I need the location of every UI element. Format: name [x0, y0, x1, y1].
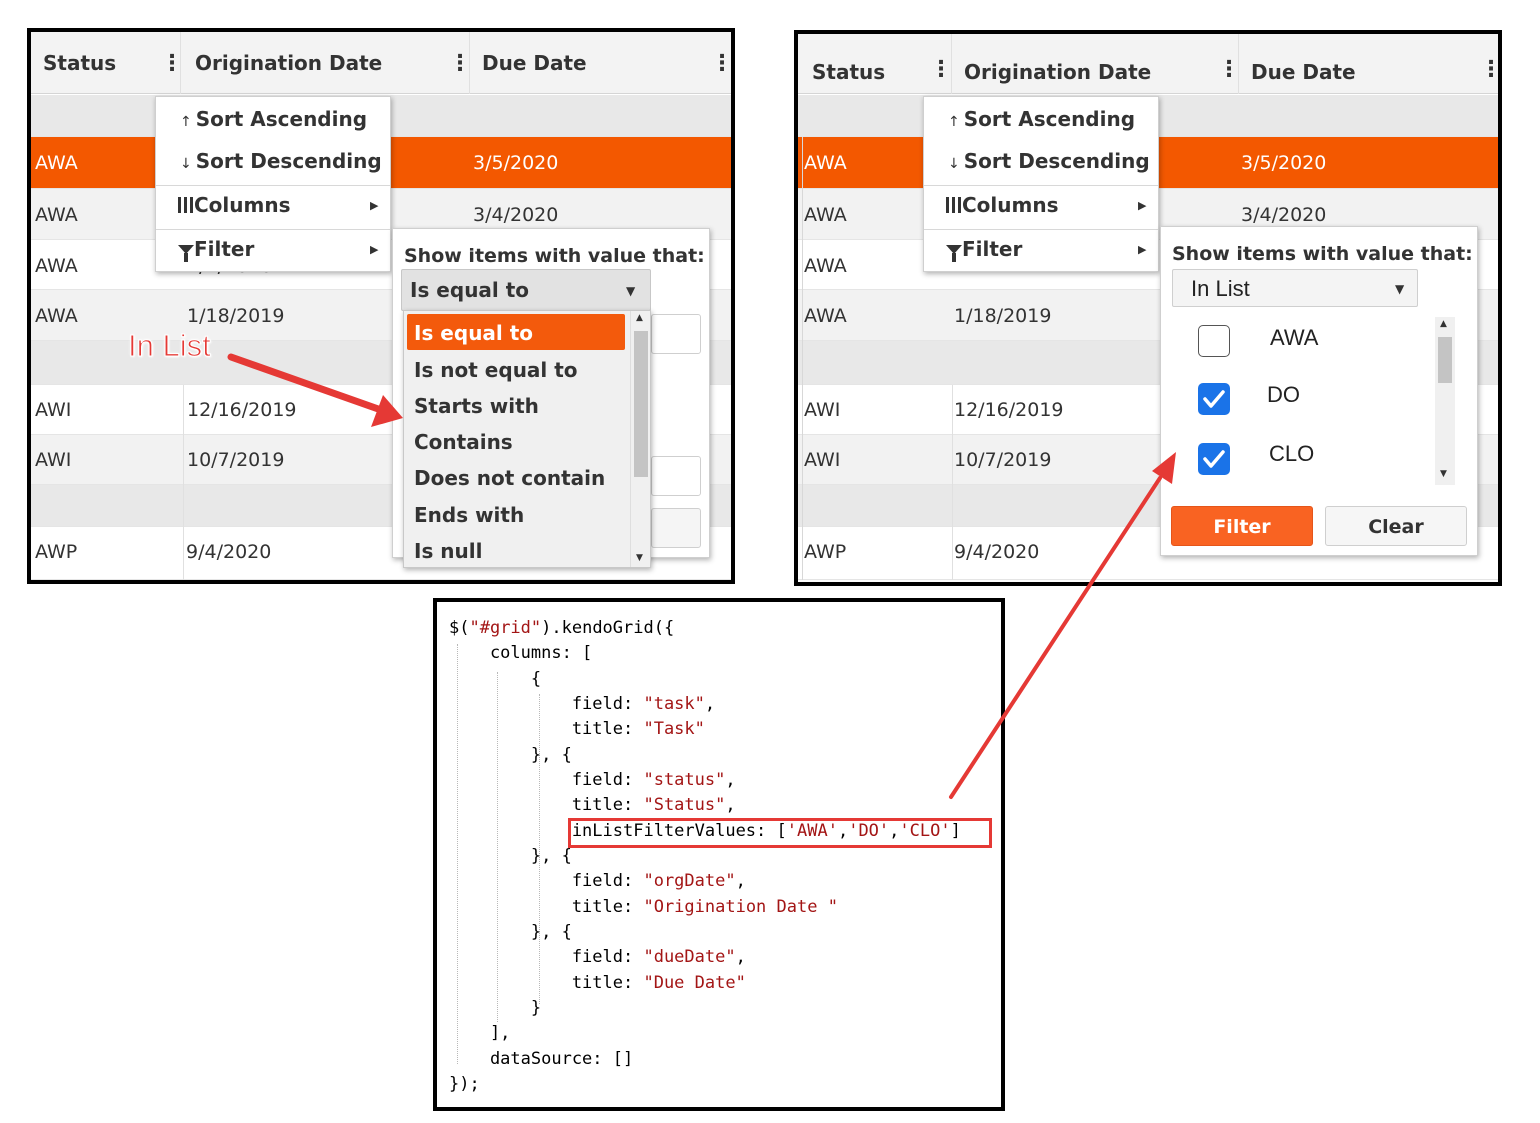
status-cell: AWI — [804, 449, 841, 471]
orig-cell: 10/7/2019 — [954, 449, 1052, 471]
code-line: field: "task", — [449, 694, 716, 714]
column-divider — [802, 137, 803, 580]
columns-item[interactable]: Columns — [924, 193, 1158, 217]
menu-separator — [924, 185, 1158, 186]
filter-title: Show items with value that: — [1172, 243, 1473, 265]
arrow-up-icon: ↑ — [948, 114, 960, 130]
due-column-menu-icon[interactable]: ⋮ — [1480, 38, 1498, 100]
code-line: $("#grid").kendoGrid({ — [449, 618, 675, 638]
column-menu: ↑ Sort Ascending ↓ Sort Descending Columns… — [923, 96, 1159, 272]
code-line: }); — [449, 1074, 480, 1094]
scroll-up-icon[interactable]: ▲ — [1440, 319, 1447, 329]
check-icon — [1203, 390, 1225, 408]
code-line: title: "Due Date" — [449, 973, 746, 993]
clear-button[interactable]: Clear — [1325, 506, 1467, 546]
code-line: }, { — [449, 846, 572, 866]
checkbox-clo[interactable] — [1198, 443, 1230, 475]
chevron-down-icon: ▼ — [1395, 282, 1405, 296]
header-due-date[interactable]: Due Date — [1239, 34, 1498, 94]
code-line: field: "status", — [449, 770, 736, 790]
status-cell: AWA — [804, 305, 847, 327]
header-origination-date[interactable]: Origination Date — [952, 34, 1239, 94]
status-cell: AWP — [804, 541, 847, 563]
due-cell: 3/4/2020 — [1241, 204, 1327, 226]
funnel-icon — [946, 245, 962, 262]
menu-separator — [924, 229, 1158, 230]
arrow-down-icon: ↓ — [948, 156, 960, 172]
code-line: }, { — [449, 922, 572, 942]
status-cell: AWA — [804, 255, 847, 277]
operator-value: In List — [1191, 276, 1250, 301]
code-line: title: "Status", — [449, 795, 736, 815]
annotation-arrow — [227, 353, 403, 427]
code-line: title: "Origination Date " — [449, 897, 838, 917]
grid-screenshot-right: Status ⋮ Origination Date ⋮ Due Date ⋮ A… — [794, 30, 1502, 586]
sort-ascending-label: Sort Ascending — [963, 107, 1136, 131]
filter-label: Filter — [962, 237, 1023, 261]
code-line: title: "Task" — [449, 719, 705, 739]
checkbox-awa[interactable] — [1198, 325, 1230, 357]
code-line: field: "dueDate", — [449, 947, 746, 967]
columns-label: Columns — [962, 193, 1059, 217]
sort-ascending-item[interactable]: ↑ Sort Ascending — [924, 107, 1158, 131]
checklist-scrollbar[interactable]: ▲ ▼ — [1435, 317, 1455, 485]
status-cell: AWI — [804, 399, 841, 421]
checkbox-label-do: DO — [1267, 382, 1300, 407]
orig-cell: 1/18/2019 — [954, 305, 1052, 327]
orig-cell: 12/16/2019 — [954, 399, 1064, 421]
code-line: ], — [449, 1023, 511, 1043]
due-cell: 3/5/2020 — [1241, 152, 1327, 174]
columns-icon — [946, 197, 962, 213]
operator-dropdown[interactable]: In List ▼ — [1172, 269, 1418, 307]
in-list-filter-popup: Show items with value that: In List ▼ AW… — [1160, 226, 1478, 556]
checkbox-label-clo: CLO — [1269, 441, 1315, 466]
code-line: } — [449, 998, 542, 1018]
checkbox-do[interactable] — [1198, 383, 1230, 415]
code-line: }, { — [449, 745, 572, 765]
code-line: columns: [ — [449, 643, 593, 663]
code-line: dataSource: [] — [449, 1049, 634, 1069]
submenu-arrow-icon: ▶ — [1138, 243, 1147, 256]
submenu-arrow-icon: ▶ — [1138, 199, 1147, 212]
sort-descending-label: Sort Descending — [963, 149, 1150, 173]
orig-cell: 9/4/2020 — [954, 541, 1040, 563]
column-divider — [952, 385, 953, 580]
code-snippet-panel: $("#grid").kendoGrid({ columns: [ { fiel… — [433, 598, 1005, 1111]
code-line: field: "orgDate", — [449, 871, 746, 891]
filter-button[interactable]: Filter — [1171, 506, 1313, 546]
status-column-menu-icon[interactable]: ⋮ — [930, 38, 952, 100]
code-line: { — [449, 669, 542, 689]
origination-column-menu-icon[interactable]: ⋮ — [1218, 38, 1240, 100]
checkbox-label-awa: AWA — [1270, 325, 1319, 350]
scroll-thumb[interactable] — [1438, 337, 1452, 383]
check-icon — [1203, 450, 1225, 468]
sort-descending-item[interactable]: ↓ Sort Descending — [924, 149, 1158, 173]
highlight-box — [568, 818, 992, 848]
filter-item[interactable]: Filter — [924, 237, 1158, 262]
status-cell: AWA — [804, 204, 847, 226]
grid-screenshot-left: Status ⋮ Origination Date ⋮ Due Date ⋮ A… — [27, 28, 735, 584]
status-cell: AWA — [804, 152, 847, 174]
scroll-down-icon[interactable]: ▼ — [1440, 469, 1447, 479]
